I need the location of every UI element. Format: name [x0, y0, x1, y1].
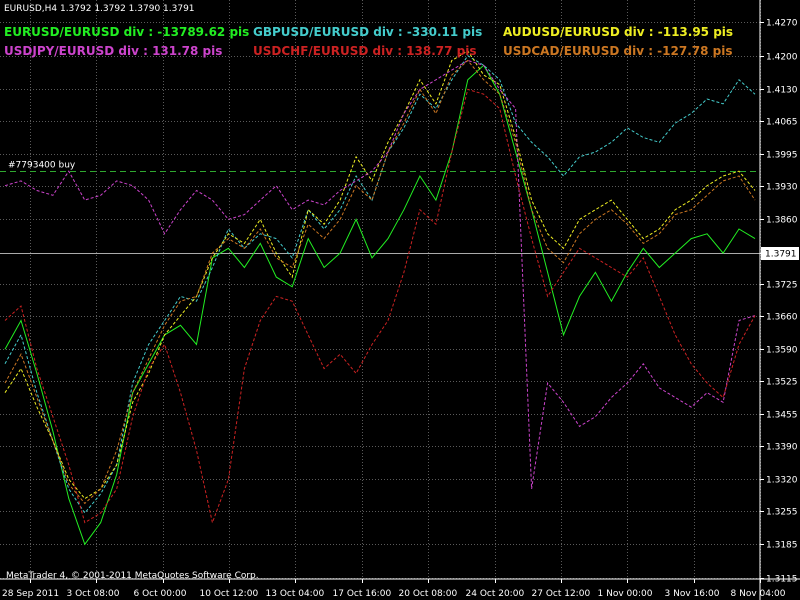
y-tick-label: 1.3390 [766, 443, 798, 453]
y-tick-label: 1.3455 [766, 411, 798, 421]
y-tick-label: 1.3255 [766, 508, 798, 518]
current-price-label: 1.3791 [765, 250, 797, 260]
y-tick-label: 1.4065 [766, 118, 798, 128]
current-price-tag: 1.3791 [761, 247, 799, 260]
x-tick-label: 8 Nov 04:00 [731, 589, 786, 599]
legend-item: USDCAD/EURUSD div : -127.78 pis [503, 44, 732, 58]
x-tick-label: 20 Oct 08:00 [399, 589, 458, 599]
x-tick-label: 6 Oct 00:00 [134, 589, 187, 599]
legend-item: USDCHF/EURUSD div : 138.77 pis [253, 44, 477, 58]
x-tick-label: 17 Oct 16:00 [333, 589, 392, 599]
y-tick-label: 1.4200 [766, 53, 798, 63]
order-label: #7793400 buy [8, 161, 76, 171]
x-tick-label: 3 Oct 08:00 [67, 589, 120, 599]
legend-item: GBPUSD/EURUSD div : -330.11 pis [253, 25, 482, 39]
y-tick-label: 1.3995 [766, 151, 798, 161]
x-tick-label: 13 Oct 04:00 [266, 589, 325, 599]
chart-title: EURUSD,H4 1.3792 1.3792 1.3790 1.3791 [4, 4, 195, 14]
y-tick-label: 1.3930 [766, 183, 798, 193]
y-tick-label: 1.3590 [766, 346, 798, 356]
x-tick-label: 1 Nov 00:00 [598, 589, 653, 599]
y-tick-label: 1.3725 [766, 281, 798, 291]
chart-window[interactable]: #7793400 buy EURUSD/EURUSD div : -13789.… [0, 0, 800, 600]
x-tick-label: 10 Oct 12:00 [200, 589, 259, 599]
x-tick-label: 24 Oct 20:00 [466, 589, 525, 599]
y-tick-label: 1.3660 [766, 313, 798, 323]
legend-item: EURUSD/EURUSD div : -13789.62 pis [4, 25, 249, 39]
y-tick-label: 1.3525 [766, 378, 798, 388]
legend-item: AUDUSD/EURUSD div : -113.95 pis [503, 25, 733, 39]
y-tick-label: 1.4130 [766, 86, 798, 96]
y-tick-label: 1.3860 [766, 216, 798, 226]
y-tick-label: 1.3320 [766, 476, 798, 486]
x-tick-label: 27 Oct 12:00 [532, 589, 591, 599]
y-tick-label: 1.4270 [766, 19, 798, 29]
legend-item: USDJPY/EURUSD div : 131.78 pis [4, 44, 222, 58]
price-chart[interactable]: #7793400 buy EURUSD/EURUSD div : -13789.… [0, 0, 800, 600]
x-tick-label: 28 Sep 2011 [2, 589, 59, 599]
y-tick-label: 1.3185 [766, 541, 798, 551]
y-tick-label: 1.3115 [766, 575, 798, 585]
x-tick-label: 3 Nov 16:00 [665, 589, 720, 599]
